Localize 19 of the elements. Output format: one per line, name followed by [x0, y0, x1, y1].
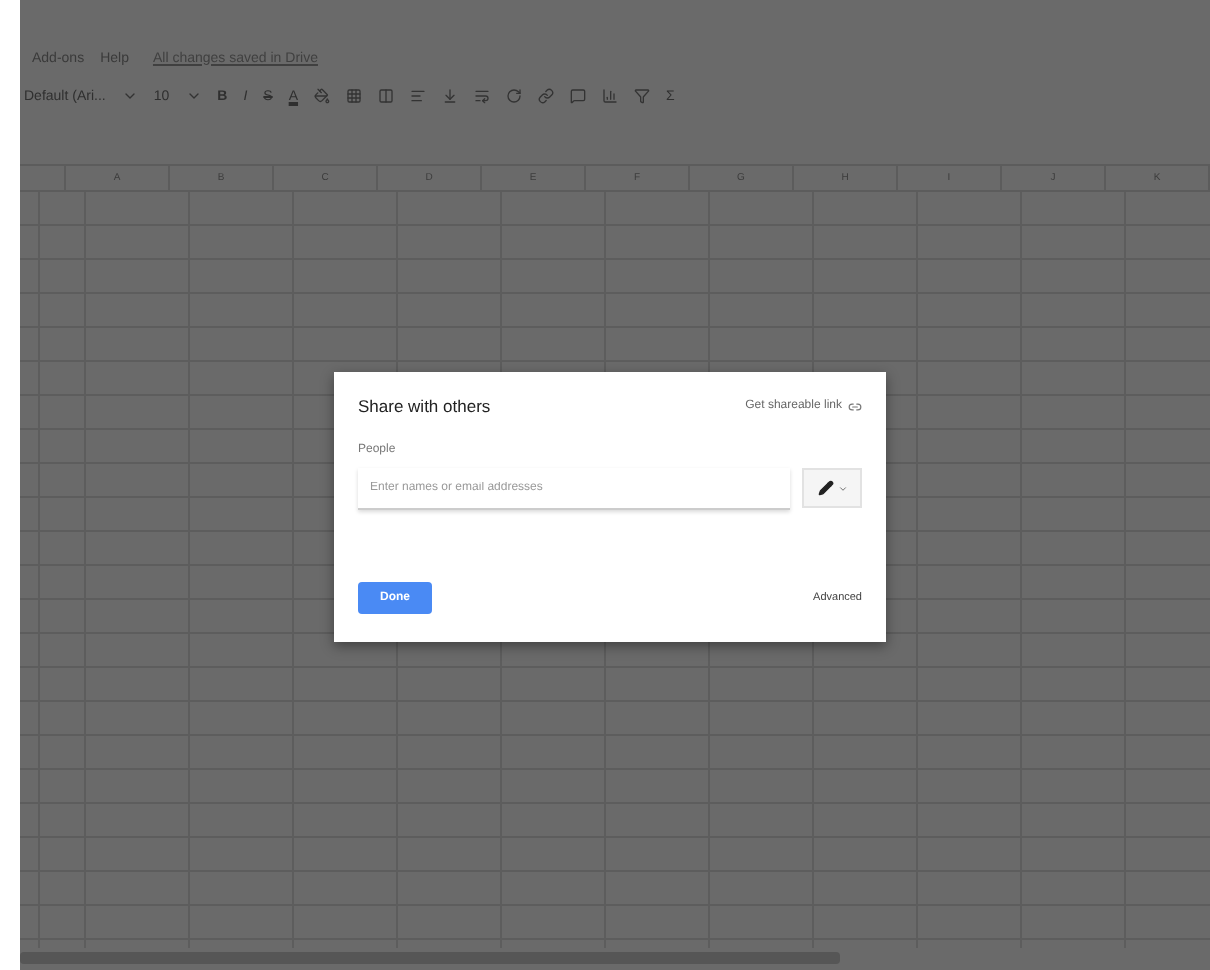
wrap-icon[interactable] — [474, 88, 491, 104]
scrollbar-thumb[interactable] — [20, 951, 840, 963]
caret-icon — [837, 483, 847, 493]
caret-icon[interactable] — [185, 88, 202, 104]
caret-icon[interactable] — [121, 88, 138, 104]
comment-icon[interactable] — [570, 88, 587, 104]
vertical-align-icon[interactable] — [442, 88, 459, 104]
pencil-icon — [817, 480, 833, 496]
dialog-title: Share with others — [358, 396, 491, 416]
chart-icon[interactable] — [602, 88, 619, 104]
rotate-icon[interactable] — [506, 88, 523, 104]
filter-icon[interactable] — [634, 88, 651, 104]
link-icon — [848, 399, 862, 413]
borders-icon[interactable] — [346, 88, 363, 104]
merge-icon[interactable] — [378, 88, 395, 104]
permission-button[interactable] — [802, 468, 862, 508]
paint-bucket-icon[interactable] — [314, 88, 331, 104]
align-icon[interactable] — [410, 88, 427, 104]
link-icon[interactable] — [538, 88, 555, 104]
